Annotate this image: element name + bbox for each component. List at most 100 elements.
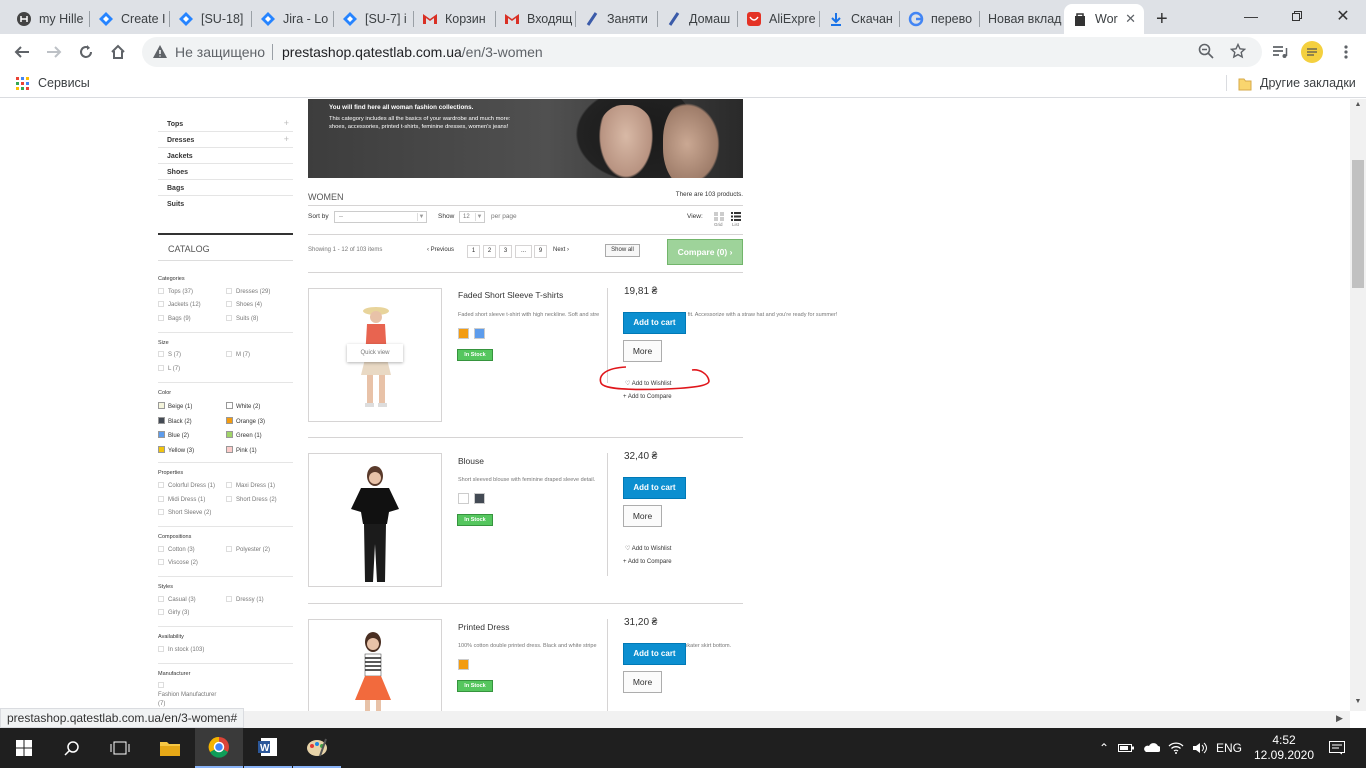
scrollbar-thumb[interactable] (1352, 160, 1364, 288)
filter-checkbox[interactable]: Midi Dress (1) (158, 496, 205, 503)
forward-icon[interactable] (40, 38, 68, 66)
filter-checkbox[interactable]: Maxi Dress (1) (226, 482, 275, 489)
menu-icon[interactable] (1332, 38, 1360, 66)
color-swatch-blue[interactable] (474, 328, 485, 339)
bookmark-other[interactable]: Другие закладки (1260, 76, 1356, 90)
close-tab-icon[interactable]: ✕ (1125, 11, 1136, 27)
color-swatch-black[interactable] (474, 493, 485, 504)
quick-view-button[interactable]: Quick view (347, 344, 403, 362)
tab-homework[interactable]: Домаш (658, 4, 738, 34)
tab-jira-su18[interactable]: [SU-18] (170, 4, 252, 34)
tab-google-translate[interactable]: перево (900, 4, 980, 34)
tab-jira-create[interactable]: Create I (90, 4, 170, 34)
language-indicator[interactable]: ENG (1212, 728, 1246, 768)
tab-jira-login[interactable]: Jira - Lo (252, 4, 334, 34)
add-to-cart-button[interactable]: Add to cart (623, 643, 686, 665)
page-1[interactable]: 1 (467, 245, 480, 258)
tab-gmail-inbox[interactable]: Входящ (496, 4, 576, 34)
filter-checkbox[interactable]: S (7) (158, 351, 181, 358)
sort-select[interactable]: -- ▼ (334, 211, 427, 223)
scroll-right-icon[interactable]: ▶ (1336, 713, 1343, 724)
add-to-cart-button[interactable]: Add to cart (623, 477, 686, 499)
filter-checkbox[interactable]: Casual (3) (158, 596, 196, 603)
product-image-blouse[interactable] (308, 453, 442, 587)
bookmark-star-icon[interactable] (1229, 42, 1247, 62)
onedrive-icon[interactable] (1140, 728, 1162, 768)
compare-button[interactable]: Compare (0) › (667, 239, 743, 265)
scroll-up-icon[interactable]: ▲ (1352, 101, 1364, 111)
task-view-icon[interactable] (96, 728, 144, 768)
filter-checkbox[interactable]: Dresses (29) (226, 288, 270, 295)
file-explorer-icon[interactable] (146, 728, 194, 768)
filter-checkbox[interactable]: Shoes (4) (226, 301, 262, 308)
page-9[interactable]: 9 (534, 245, 547, 258)
media-queue-icon[interactable] (1266, 38, 1294, 66)
color-swatch-white[interactable] (458, 493, 469, 504)
subcategory-suits[interactable]: Suits (158, 196, 293, 212)
tab-hillel[interactable]: my Hille (8, 4, 90, 34)
color-filter-white[interactable]: White (2) (226, 402, 260, 410)
filter-checkbox[interactable]: Viscose (2) (158, 559, 198, 566)
pagination-next[interactable]: Next › (553, 247, 569, 261)
color-swatch-orange[interactable] (458, 659, 469, 670)
add-to-cart-button[interactable]: Add to cart (623, 312, 686, 334)
close-window-icon[interactable]: ✕ (1320, 0, 1366, 32)
filter-checkbox[interactable]: Girly (3) (158, 609, 189, 616)
more-button[interactable]: More (623, 340, 662, 362)
scroll-down-icon[interactable]: ▼ (1352, 698, 1364, 708)
filter-checkbox[interactable]: L (7) (158, 365, 180, 372)
filter-checkbox[interactable]: Short Sleeve (2) (158, 509, 211, 516)
list-view-icon[interactable] (731, 210, 741, 221)
color-swatch-orange[interactable] (458, 328, 469, 339)
filter-checkbox[interactable]: M (7) (226, 351, 250, 358)
filter-checkbox[interactable]: Tops (37) (158, 288, 193, 295)
restore-icon[interactable] (1274, 0, 1320, 32)
avatar[interactable] (1298, 38, 1326, 66)
filter-manufacturer-label[interactable]: Fashion Manufacturer (158, 692, 216, 698)
page-2[interactable]: 2 (483, 245, 496, 258)
tab-aliexpress[interactable]: AliExpre (738, 4, 820, 34)
color-filter-black[interactable]: Black (2) (158, 417, 192, 425)
subcategory-dresses[interactable]: Dresses + (158, 132, 293, 148)
tab-gmail-cart[interactable]: Корзин (414, 4, 496, 34)
more-button[interactable]: More (623, 671, 662, 693)
filter-checkbox[interactable]: Dressy (1) (226, 596, 264, 603)
windows-start-icon[interactable] (0, 728, 48, 768)
more-button[interactable]: More (623, 505, 662, 527)
subcategory-bags[interactable]: Bags (158, 180, 293, 196)
tab-jira-su7[interactable]: [SU-7] i (334, 4, 414, 34)
notifications-icon[interactable] (1322, 728, 1352, 768)
filter-checkbox[interactable]: Suits (8) (226, 315, 258, 322)
tab-women-active[interactable]: Wor ✕ (1064, 4, 1144, 34)
show-all-button[interactable]: Show all (605, 244, 640, 257)
tab-new[interactable]: Новая вклад (980, 4, 1062, 34)
chrome-icon[interactable] (195, 728, 243, 768)
minimize-icon[interactable]: — (1228, 0, 1274, 32)
per-page-select[interactable]: 12 ▼ (459, 211, 485, 223)
color-filter-yellow[interactable]: Yellow (3) (158, 446, 194, 454)
tab-lessons[interactable]: Заняти (576, 4, 658, 34)
subcategory-tops[interactable]: Tops + (158, 116, 293, 132)
home-icon[interactable] (104, 38, 132, 66)
grid-view-icon[interactable] (714, 210, 724, 221)
filter-checkbox[interactable]: In stock (103) (158, 646, 204, 653)
reload-icon[interactable] (72, 38, 100, 66)
filter-checkbox[interactable]: Cotton (3) (158, 546, 195, 553)
tab-downloads[interactable]: Скачан (820, 4, 900, 34)
color-filter-orange[interactable]: Orange (3) (226, 417, 265, 425)
filter-checkbox[interactable]: Jackets (12) (158, 301, 201, 308)
filter-checkbox[interactable]: Polyester (2) (226, 546, 270, 553)
expand-icon[interactable]: + (284, 134, 289, 144)
subcategory-shoes[interactable]: Shoes (158, 164, 293, 180)
word-icon[interactable]: W (244, 728, 292, 768)
zoom-icon[interactable] (1198, 43, 1214, 62)
expand-icon[interactable]: + (284, 118, 289, 128)
product-name[interactable]: Faded Short Sleeve T-shirts (458, 290, 563, 300)
address-bar[interactable]: Не защищено prestashop.qatestlab.com.ua/… (142, 37, 1262, 67)
battery-icon[interactable] (1116, 728, 1136, 768)
filter-checkbox[interactable] (158, 682, 168, 689)
color-filter-beige[interactable]: Beige (1) (158, 402, 192, 410)
product-image-printed-dress[interactable] (308, 619, 442, 711)
new-tab-button[interactable]: + (1148, 4, 1180, 34)
color-filter-blue[interactable]: Blue (2) (158, 431, 189, 439)
